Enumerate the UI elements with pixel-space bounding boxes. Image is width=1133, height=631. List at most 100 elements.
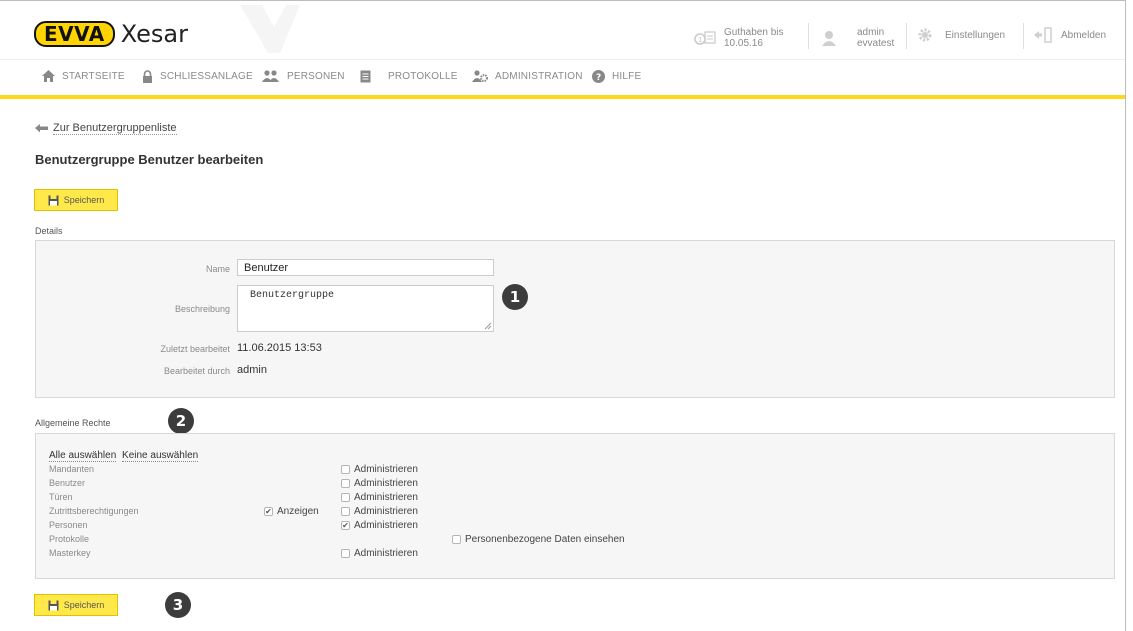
name-label: Name: [205, 264, 230, 274]
personal-data-option-label: Personenbezogene Daten einsehen: [465, 534, 625, 545]
main-nav: STARTSEITE SCHLIESSANLAGE PERSONEN PROTO…: [0, 59, 1125, 93]
divider-3: [1023, 23, 1024, 49]
admin-checkbox[interactable]: [341, 479, 350, 488]
svg-text:?: ?: [596, 73, 601, 83]
nav-label: PERSONEN: [287, 70, 345, 82]
admin-option-zutrittsberechtigungen: Administrieren: [341, 506, 418, 517]
nav-label: HILFE: [612, 71, 642, 82]
admin-option-label: Administrieren: [354, 548, 418, 559]
admin-checkbox[interactable]: [341, 465, 350, 474]
admin-option-personen: Administrieren: [341, 520, 418, 531]
edited-by-label: Bearbeitet durch: [163, 366, 230, 376]
description-label: Beschreibung: [174, 304, 230, 314]
admin-option-benutzer: Administrieren: [341, 478, 418, 489]
logout-button[interactable]: Abmelden: [1033, 27, 1106, 43]
floppy-icon: [48, 600, 59, 610]
select-links: Alle auswählen Keine auswählen: [49, 450, 199, 462]
credit-icon: 1: [694, 31, 716, 45]
divider-1: [808, 23, 809, 49]
view-option-zutrittsberechtigungen: Anzeigen: [264, 506, 319, 517]
admin-checkbox[interactable]: [341, 549, 350, 558]
nav-item-personen[interactable]: PERSONEN: [262, 70, 345, 82]
admin-option-label: Administrieren: [354, 520, 418, 531]
people-icon: [262, 70, 279, 82]
edited-by-value: admin: [237, 364, 267, 376]
admin-option-label: Administrieren: [354, 492, 418, 503]
nav-item-administration[interactable]: ADMINISTRATION: [472, 70, 583, 82]
rights-row-label: Zutrittsberechtigungen: [49, 506, 139, 516]
view-checkbox-checked[interactable]: [264, 507, 273, 516]
save-label: Speichern: [63, 600, 105, 610]
accent-bar: [0, 95, 1125, 99]
callout-badge-3: 3: [165, 592, 191, 618]
admin-option-label: Administrieren: [354, 506, 418, 517]
rights-section-label: Allgemeine Rechte: [35, 418, 111, 428]
nav-label: ADMINISTRATION: [495, 70, 583, 82]
gear-icon: [918, 28, 932, 42]
admin-option-masterkey: Administrieren: [341, 548, 418, 559]
personal-data-option-protokolle: Personenbezogene Daten einsehen: [452, 534, 625, 545]
admin-checkbox[interactable]: [341, 493, 350, 502]
details-section-label: Details: [35, 226, 63, 236]
credit-line2: 10.05.16: [724, 38, 763, 49]
last-edited-label: Zuletzt bearbeitet: [160, 344, 230, 354]
logo[interactable]: EVVA Xesar: [34, 20, 188, 48]
name-input[interactable]: [237, 259, 494, 276]
logo-badge: EVVA: [34, 21, 115, 47]
resize-grip-icon[interactable]: [484, 322, 492, 330]
admin-option-label: Administrieren: [354, 464, 418, 475]
select-none-link[interactable]: Keine auswählen: [122, 450, 199, 462]
callout-badge-1: 1: [502, 284, 528, 310]
admin-option-mandanten: Administrieren: [341, 464, 418, 475]
back-arrow-icon: [35, 124, 48, 133]
settings-button[interactable]: Einstellungen: [917, 27, 1005, 43]
home-icon: [42, 70, 55, 82]
rights-row-label: Türen: [49, 492, 73, 502]
rights-row-label: Personen: [49, 520, 88, 530]
rights-row-label: Protokolle: [49, 534, 90, 544]
logout-icon: [1034, 27, 1052, 43]
back-link-label: Zur Benutzergruppenliste: [53, 122, 177, 135]
save-button-top[interactable]: Speichern: [34, 189, 118, 211]
save-button-bottom[interactable]: Speichern: [34, 594, 118, 616]
settings-label: Einstellungen: [945, 29, 1006, 41]
last-edited-value: 11.06.2015 13:53: [237, 342, 322, 354]
logout-label: Abmelden: [1061, 29, 1107, 41]
back-link[interactable]: Zur Benutzergruppenliste: [35, 122, 177, 135]
user-client: evvatest: [857, 38, 895, 49]
rights-row-label: Mandanten: [49, 464, 95, 474]
admin-checkbox-checked[interactable]: [341, 521, 350, 530]
admin-icon: [472, 70, 488, 82]
app-window: EVVA Xesar 1 Guthaben bis 10.05.16 admin: [0, 0, 1126, 631]
nav-label: STARTSEITE: [62, 70, 125, 82]
admin-option-tueren: Administrieren: [341, 492, 418, 503]
logo-text: Xesar: [120, 20, 188, 48]
select-all-link[interactable]: Alle auswählen: [49, 450, 117, 462]
svg-text:1: 1: [698, 36, 702, 44]
admin-checkbox[interactable]: [341, 507, 350, 516]
credit-info: 1 Guthaben bis 10.05.16: [694, 27, 784, 49]
document-icon: [360, 70, 371, 83]
user-info[interactable]: admin evvatest: [821, 27, 894, 49]
nav-item-protokolle[interactable]: PROTOKOLLE: [360, 70, 458, 83]
rights-row-label: Masterkey: [49, 548, 91, 558]
rights-row-label: Benutzer: [49, 478, 86, 488]
floppy-icon: [48, 195, 59, 205]
nav-item-schliessanlage[interactable]: SCHLIESSANLAGE: [142, 70, 253, 83]
personal-data-checkbox[interactable]: [452, 535, 461, 544]
nav-item-hilfe[interactable]: ? HILFE: [592, 70, 641, 83]
callout-badge-2: 2: [168, 408, 194, 434]
user-name: admin: [857, 27, 885, 38]
description-textarea[interactable]: Benutzergruppe: [237, 285, 494, 332]
watermark-graphic: [240, 5, 300, 53]
nav-label: PROTOKOLLE: [388, 71, 458, 82]
nav-item-startseite[interactable]: STARTSEITE: [42, 70, 125, 82]
save-label: Speichern: [63, 195, 105, 205]
divider-2: [906, 23, 907, 49]
user-icon: [822, 31, 836, 46]
view-option-label: Anzeigen: [277, 506, 319, 517]
header: EVVA Xesar 1 Guthaben bis 10.05.16 admin: [0, 1, 1125, 53]
credit-line1: Guthaben bis: [724, 27, 784, 38]
lock-icon: [143, 70, 152, 83]
page-title: Benutzergruppe Benutzer bearbeiten: [35, 152, 264, 167]
